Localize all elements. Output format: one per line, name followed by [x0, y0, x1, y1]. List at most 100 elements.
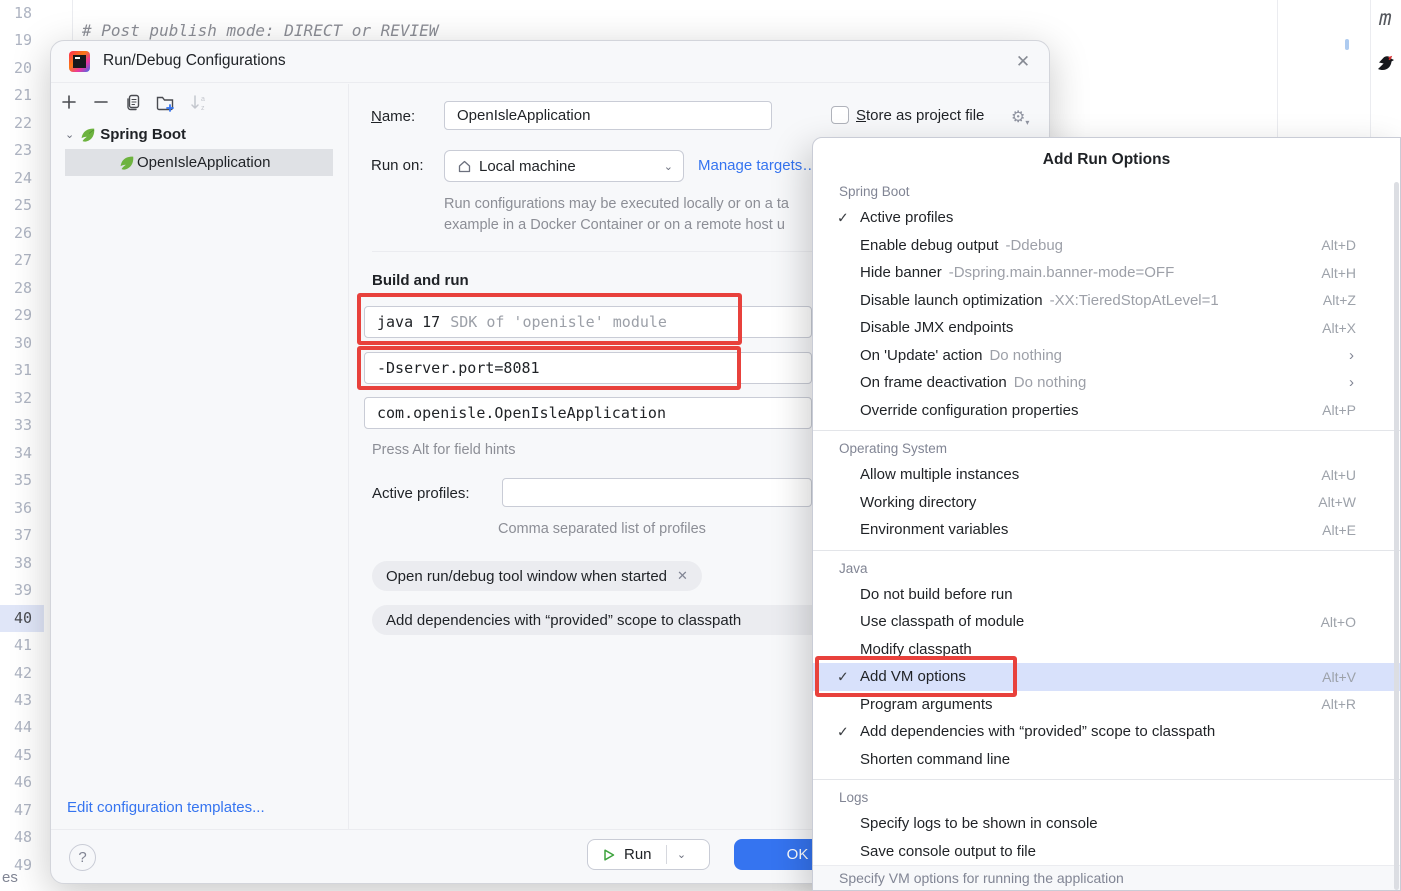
menu-item-label: Hide banner	[860, 264, 942, 281]
menu-item-label: Add dependencies with “provided” scope t…	[860, 723, 1215, 740]
menu-item-label: On 'Update' action	[860, 347, 982, 364]
line-number-42[interactable]: 42	[0, 660, 44, 688]
line-number-25[interactable]: 25	[0, 192, 44, 220]
line-number-46[interactable]: 46	[0, 769, 44, 797]
menu-item-specify-logs-to-be-shown-in-console[interactable]: Specify logs to be shown in console	[813, 810, 1400, 838]
line-number-35[interactable]: 35	[0, 467, 44, 495]
line-number-37[interactable]: 37	[0, 522, 44, 550]
svg-text:a: a	[201, 96, 205, 103]
menu-item-working-directory[interactable]: Working directoryAlt+W	[813, 489, 1400, 517]
line-number-47[interactable]: 47	[0, 797, 44, 825]
line-number-41[interactable]: 41	[0, 632, 44, 660]
menu-item-active-profiles[interactable]: ✓Active profiles	[813, 204, 1400, 232]
menu-item-add-vm-options[interactable]: ✓Add VM optionsAlt+V	[813, 663, 1400, 691]
line-number-20[interactable]: 20	[0, 55, 44, 83]
menu-scrollbar[interactable]	[1394, 182, 1399, 890]
line-number-29[interactable]: 29	[0, 302, 44, 330]
menu-item-use-classpath-of-module[interactable]: Use classpath of moduleAlt+O	[813, 608, 1400, 636]
menu-item-disable-launch-optimization[interactable]: Disable launch optimization-XX:TieredSto…	[813, 287, 1400, 315]
tree-group-spring-boot[interactable]: ⌄ Spring Boot	[65, 121, 186, 148]
menu-item-shortcut: Alt+W	[1318, 494, 1386, 510]
remove-chip-icon[interactable]: ✕	[677, 568, 688, 584]
line-number-32[interactable]: 32	[0, 385, 44, 413]
line-number-27[interactable]: 27	[0, 247, 44, 275]
menu-item-label: Add VM options	[860, 668, 966, 685]
menu-item-on-frame-deactivation[interactable]: On frame deactivationDo nothing›	[813, 369, 1400, 397]
menu-item-label: Use classpath of module	[860, 613, 1024, 630]
run-on-value: Local machine	[479, 158, 576, 175]
menu-item-save-console-output-to-file[interactable]: Save console output to file	[813, 838, 1400, 866]
line-number-22[interactable]: 22	[0, 110, 44, 138]
line-number-39[interactable]: 39	[0, 577, 44, 605]
menu-item-modify-classpath[interactable]: Modify classpath	[813, 636, 1400, 664]
menu-item-hide-banner[interactable]: Hide banner-Dspring.main.banner-mode=OFF…	[813, 259, 1400, 287]
run-dropdown-chevron-icon[interactable]: ⌄	[667, 848, 697, 861]
line-number-36[interactable]: 36	[0, 495, 44, 523]
jdk-select[interactable]: java 17 SDK of 'openisle' module	[364, 306, 812, 338]
new-folder-button[interactable]	[153, 90, 177, 114]
menu-item-do-not-build-before-run[interactable]: Do not build before run	[813, 581, 1400, 609]
line-number-44[interactable]: 44	[0, 714, 44, 742]
chip-add-provided-dependencies[interactable]: Add dependencies with “provided” scope t…	[372, 605, 834, 635]
chip-open-run-debug-tool-window[interactable]: Open run/debug tool window when started …	[372, 561, 702, 591]
menu-item-shortcut: Alt+U	[1321, 467, 1386, 483]
vm-options-input[interactable]: -Dserver.port=8081	[364, 352, 812, 384]
menu-section-java: Java	[813, 557, 1400, 581]
line-number-48[interactable]: 48	[0, 824, 44, 852]
name-input[interactable]: OpenIsleApplication	[444, 101, 772, 130]
build-and-run-section-label: Build and run	[372, 272, 469, 289]
menu-item-environment-variables[interactable]: Environment variablesAlt+E	[813, 516, 1400, 544]
line-number-24[interactable]: 24	[0, 165, 44, 193]
help-button[interactable]: ?	[69, 844, 96, 871]
menu-item-on-update-action[interactable]: On 'Update' actionDo nothing›	[813, 342, 1400, 370]
menu-item-add-dependencies-with-provided-scope-to-classpath[interactable]: ✓Add dependencies with “provided” scope …	[813, 718, 1400, 746]
main-class-input[interactable]: com.openisle.OpenIsleApplication	[364, 397, 812, 429]
menu-item-program-arguments[interactable]: Program argumentsAlt+R	[813, 691, 1400, 719]
line-number-31[interactable]: 31	[0, 357, 44, 385]
menu-item-enable-debug-output[interactable]: Enable debug output-DdebugAlt+D	[813, 232, 1400, 260]
line-number-30[interactable]: 30	[0, 330, 44, 358]
line-number-21[interactable]: 21	[0, 82, 44, 110]
gear-icon[interactable]: ⚙	[1011, 107, 1029, 127]
add-configuration-button[interactable]	[57, 90, 81, 114]
tree-item-openisleapplication[interactable]: OpenIsleApplication	[65, 149, 333, 176]
active-profiles-input[interactable]	[502, 478, 812, 507]
configurations-toolbar: a z	[51, 84, 348, 120]
menu-item-shortcut: Alt+D	[1321, 237, 1386, 253]
run-button[interactable]: Run ⌄	[587, 839, 710, 870]
line-number-33[interactable]: 33	[0, 412, 44, 440]
active-profiles-label: Active profiles:	[372, 485, 470, 502]
screen: 1819202122232425262728293031323334353637…	[0, 0, 1401, 891]
line-number-45[interactable]: 45	[0, 742, 44, 770]
line-number-38[interactable]: 38	[0, 550, 44, 578]
editor-line-number-gutter: 1819202122232425262728293031323334353637…	[0, 0, 48, 891]
line-number-18[interactable]: 18	[0, 0, 44, 28]
add-run-options-menu: Add Run Options Spring Boot✓Active profi…	[812, 137, 1401, 891]
menu-item-override-configuration-properties[interactable]: Override configuration propertiesAlt+P	[813, 397, 1400, 425]
menu-item-shorten-command-line[interactable]: Shorten command line	[813, 746, 1400, 774]
menu-separator	[813, 779, 1400, 780]
close-icon[interactable]: ✕	[1011, 50, 1035, 74]
menu-item-disable-jmx-endpoints[interactable]: Disable JMX endpoints Alt+X	[813, 314, 1400, 342]
line-number-19[interactable]: 19	[0, 27, 44, 55]
chevron-down-icon[interactable]: ⌄	[65, 128, 74, 141]
line-number-23[interactable]: 23	[0, 137, 44, 165]
line-number-26[interactable]: 26	[0, 220, 44, 248]
chevron-down-icon: ⌄	[664, 160, 673, 173]
line-number-28[interactable]: 28	[0, 275, 44, 303]
store-as-project-file-checkbox[interactable]	[831, 106, 849, 124]
run-on-select[interactable]: Local machine ⌄	[444, 150, 684, 182]
checkmark-icon: ✓	[837, 668, 849, 685]
menu-item-label: Disable JMX endpoints	[860, 319, 1013, 336]
copy-configuration-button[interactable]	[121, 90, 145, 114]
edit-configuration-templates-link[interactable]: Edit configuration templates...	[67, 799, 265, 816]
line-number-40[interactable]: 40	[0, 605, 44, 633]
line-number-34[interactable]: 34	[0, 440, 44, 468]
menu-item-shortcut: Alt+X	[1322, 320, 1386, 336]
remove-configuration-button[interactable]	[89, 90, 113, 114]
menu-item-allow-multiple-instances[interactable]: Allow multiple instancesAlt+U	[813, 461, 1400, 489]
editor-split-divider-2	[1370, 0, 1371, 137]
line-number-43[interactable]: 43	[0, 687, 44, 715]
manage-targets-link[interactable]: Manage targets…	[698, 157, 817, 174]
menu-separator	[813, 550, 1400, 551]
